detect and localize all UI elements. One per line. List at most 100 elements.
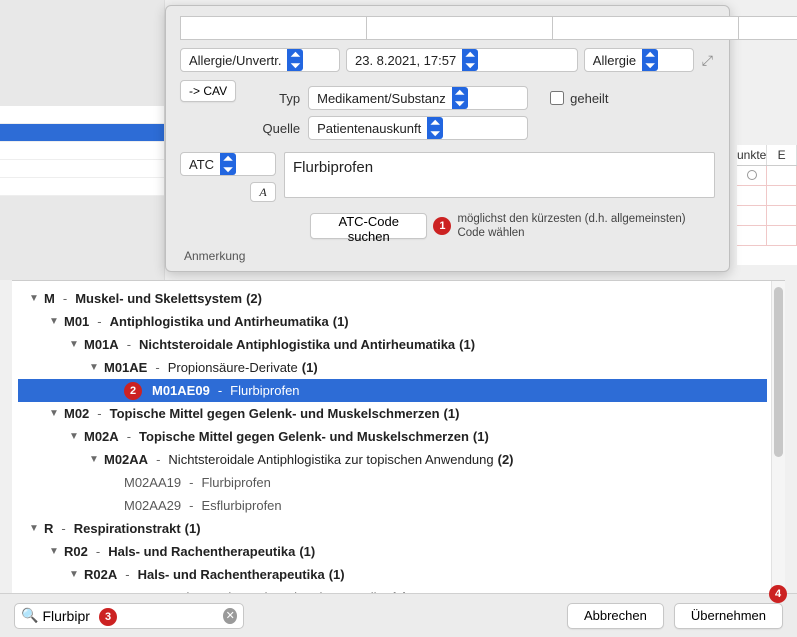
node-count: (1) [329, 567, 345, 582]
disclosure-icon[interactable]: ▼ [28, 293, 40, 304]
geheilt-box[interactable] [550, 91, 564, 105]
tree-node-M01[interactable]: ▼M01 - Antiphlogistika und Antirheumatik… [18, 310, 767, 333]
node-name: Nichtsteroidale Antiphlogistika zur topi… [168, 452, 493, 467]
node-code: M01AE09 [152, 383, 210, 398]
node-code: R02 [64, 544, 88, 559]
node-code: M02AA19 [124, 475, 181, 490]
badge-4: 4 [769, 585, 787, 603]
font-button[interactable]: A [250, 182, 276, 202]
node-count: (2) [498, 452, 514, 467]
top-field-4[interactable] [738, 16, 797, 40]
tree-node-M01A[interactable]: ▼M01A - Nichtsteroidale Antiphlogistika … [18, 333, 767, 356]
disclosure-icon[interactable]: ▼ [28, 523, 40, 534]
tree-node-M[interactable]: ▼M - Muskel- und Skelettsystem (2) [18, 287, 767, 310]
disclosure-icon[interactable]: ▼ [48, 546, 60, 557]
node-count: (1) [473, 429, 489, 444]
tree-node-R02AX[interactable]: ▼R02AX - Andere Hals- und Rachentherapeu… [18, 586, 767, 593]
allergy-popover: ⚙ Allergie/Unvertr. 23. 8.2021, 17:57 Al… [165, 5, 730, 272]
top-field-1[interactable] [180, 16, 366, 40]
ok-button[interactable]: Übernehmen [674, 603, 783, 629]
chevron-updown-icon [452, 87, 468, 109]
substance-textarea[interactable]: Flurbiprofen [284, 152, 715, 198]
kind-select[interactable]: Allergie [584, 48, 694, 72]
node-name: Muskel- und Skelettsystem [75, 291, 242, 306]
disclosure-icon[interactable]: ▼ [48, 316, 60, 327]
node-count: (1) [459, 337, 475, 352]
disclosure-icon[interactable]: ▼ [88, 362, 100, 373]
hint-text: möglichst den kürzesten (d.h. allgemeins… [457, 212, 715, 241]
geheilt-label: geheilt [570, 91, 608, 106]
disclosure-icon[interactable]: ▼ [68, 569, 80, 580]
tree-node-M01AE09[interactable]: 2M01AE09 - Flurbiprofen [18, 379, 767, 402]
disclosure-icon[interactable]: ▼ [68, 431, 80, 442]
background-columns: unkte E [737, 145, 797, 265]
node-name: Propionsäure-Derivate [168, 360, 298, 375]
category-select[interactable]: Allergie/Unvertr. [180, 48, 340, 72]
cav-button[interactable]: -> CAV [180, 80, 236, 102]
tree-scroll[interactable]: ▼M - Muskel- und Skelettsystem (2)▼M01 -… [12, 281, 771, 593]
node-code: M01 [64, 314, 89, 329]
chevron-updown-icon [427, 117, 443, 139]
node-name: Flurbiprofen [201, 475, 270, 490]
bg-col-1: unkte [737, 145, 767, 165]
typ-select[interactable]: Medikament/Substanz [308, 86, 528, 110]
geheilt-checkbox[interactable]: geheilt [550, 91, 608, 106]
node-code: M [44, 291, 55, 306]
top-field-3[interactable] [552, 16, 738, 40]
scrollbar[interactable] [771, 281, 785, 593]
node-code: R [44, 521, 53, 536]
chevron-updown-icon [462, 49, 478, 71]
node-count: (1) [185, 521, 201, 536]
codesystem-select[interactable]: ATC [180, 152, 276, 176]
atc-tree-panel: ▼M - Muskel- und Skelettsystem (2)▼M01 -… [12, 280, 785, 593]
quelle-label: Quelle [250, 121, 300, 136]
codesystem-label: ATC [189, 157, 214, 172]
chevron-updown-icon [287, 49, 303, 71]
cancel-button[interactable]: Abbrechen [567, 603, 664, 629]
tree-node-M02AA29[interactable]: M02AA29 - Esflurbiprofen [18, 494, 767, 517]
tree-node-M02[interactable]: ▼M02 - Topische Mittel gegen Gelenk- und… [18, 402, 767, 425]
search-input[interactable] [42, 608, 223, 624]
node-name: Topische Mittel gegen Gelenk- und Muskel… [110, 406, 440, 421]
disclosure-icon[interactable]: ▼ [88, 454, 100, 465]
kind-label: Allergie [593, 53, 636, 68]
disclosure-icon[interactable]: ▼ [68, 339, 80, 350]
search-field-wrap[interactable]: 🔍 ✕ 3 [14, 603, 244, 629]
top-field-2[interactable] [366, 16, 552, 40]
datetime-value: 23. 8.2021, 17:57 [355, 53, 456, 68]
typ-value: Medikament/Substanz [317, 91, 446, 106]
node-name: Esflurbiprofen [201, 498, 281, 513]
tree-node-M02A[interactable]: ▼M02A - Topische Mittel gegen Gelenk- un… [18, 425, 767, 448]
clear-icon[interactable]: ✕ [223, 608, 237, 624]
node-code: M02AA29 [124, 498, 181, 513]
node-code: M02 [64, 406, 89, 421]
badge-3: 3 [99, 608, 117, 626]
tree-node-M01AE[interactable]: ▼M01AE - Propionsäure-Derivate (1) [18, 356, 767, 379]
bg-col-2: E [767, 145, 797, 165]
substance-value: Flurbiprofen [293, 159, 373, 176]
badge-1: 1 [433, 217, 451, 235]
node-count: (1) [444, 406, 460, 421]
typ-label: Typ [250, 91, 300, 106]
quelle-value: Patientenauskunft [317, 121, 421, 136]
tree-node-R02[interactable]: ▼R02 - Hals- und Rachentherapeutika (1) [18, 540, 767, 563]
node-name: Respirationstrakt [74, 521, 181, 536]
disclosure-icon[interactable]: ▼ [48, 408, 60, 419]
datetime-field[interactable]: 23. 8.2021, 17:57 [346, 48, 578, 72]
background-sidebar [0, 0, 165, 280]
node-code: M01AE [104, 360, 147, 375]
expand-icon[interactable]: ⤢ [700, 52, 715, 69]
tree-node-R[interactable]: ▼R - Respirationstrakt (1) [18, 517, 767, 540]
node-count: (1) [333, 314, 349, 329]
node-name: Antiphlogistika und Antirheumatika [110, 314, 329, 329]
tree-node-M02AA19[interactable]: M02AA19 - Flurbiprofen [18, 471, 767, 494]
scrollbar-thumb[interactable] [774, 287, 783, 457]
tree-node-R02A[interactable]: ▼R02A - Hals- und Rachentherapeutika (1) [18, 563, 767, 586]
tree-node-M02AA[interactable]: ▼M02AA - Nichtsteroidale Antiphlogistika… [18, 448, 767, 471]
node-code: M02AA [104, 452, 148, 467]
quelle-select[interactable]: Patientenauskunft [308, 116, 528, 140]
node-name: Topische Mittel gegen Gelenk- und Muskel… [139, 429, 469, 444]
node-name: Hals- und Rachentherapeutika [108, 544, 295, 559]
node-code: M01A [84, 337, 119, 352]
atc-search-button[interactable]: ATC-Code suchen [310, 213, 427, 239]
